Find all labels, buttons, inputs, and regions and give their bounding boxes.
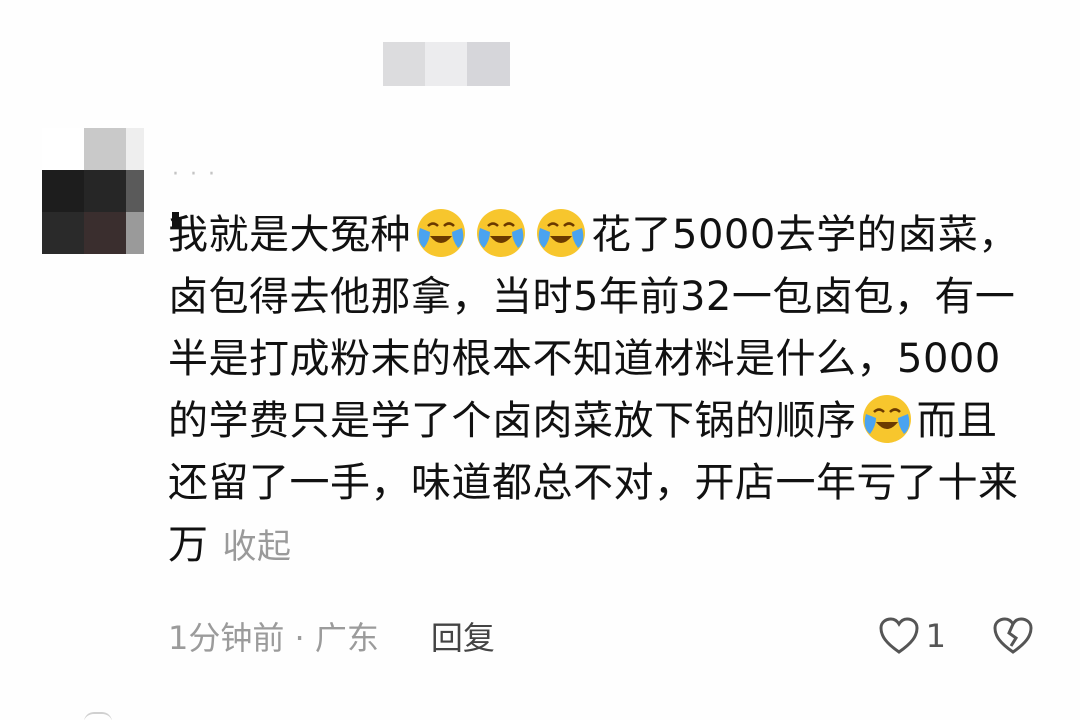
comment-screen: · · · 我就是大冤种 花了5000去学的卤菜， 卤包得去他那拿，当时5年前32…: [0, 0, 1080, 720]
comment-meta: 1分钟前 · 广东 回复: [168, 612, 495, 660]
reply-button[interactable]: 回复: [431, 613, 495, 659]
comment-line-5: 还留了一手，味道都总不对，开店一年亏了十来: [168, 460, 1019, 506]
crying-laughing-emoji-icon: [477, 209, 525, 257]
comment-line-1: 我就是大冤种 花了5000去学的卤菜，: [168, 204, 1038, 266]
crying-laughing-emoji-icon: [862, 395, 911, 443]
comment-line-6: 万收起: [168, 514, 1038, 576]
crying-laughing-emoji-icon: [417, 209, 465, 257]
time-location: 1分钟前 · 广东: [168, 619, 379, 657]
comment-text: 我就是大冤种 花了5000去学的卤菜， 卤包得去他那拿，当时5年前32一包卤包，有…: [168, 204, 1038, 576]
heart-outline-icon[interactable]: [878, 616, 920, 656]
avatar[interactable]: [42, 128, 144, 254]
comment-segment: 万: [168, 522, 209, 568]
comment-line-4: 的学费只是学了个卤肉菜放下锅的顺序 而且: [168, 390, 1038, 452]
collapse-link[interactable]: 收起: [223, 527, 292, 567]
comment-actions: 1: [878, 612, 1034, 660]
username[interactable]: · · ·: [172, 170, 272, 186]
next-comment-avatar-edge: [84, 712, 112, 720]
comment-line-3: 半是打成粉末的根本不知道材料是什么，5000: [168, 336, 1001, 382]
comment-line-2: 卤包得去他那拿，当时5年前32一包卤包，有一: [168, 274, 1016, 320]
like-count: 1: [925, 617, 946, 655]
comment-segment: 而且: [916, 398, 998, 444]
comment-segment: 的学费只是学了个卤肉菜放下锅的顺序: [168, 398, 857, 444]
comment-segment: 我就是大冤种: [168, 212, 411, 258]
crying-laughing-emoji-icon: [537, 209, 585, 257]
comment-segment: 花了5000去学的卤菜，: [591, 212, 1019, 258]
broken-heart-icon[interactable]: [992, 616, 1034, 656]
censored-name-block: [383, 42, 510, 86]
